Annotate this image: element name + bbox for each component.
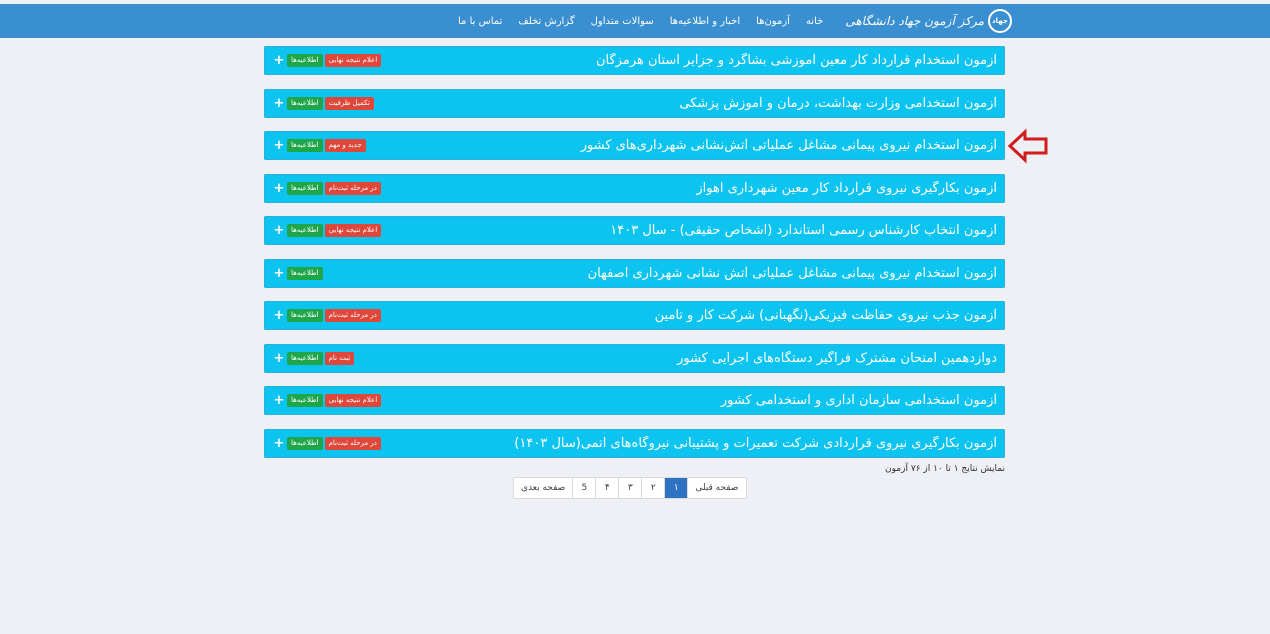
exam-row[interactable]: + اطلاعیه‌ها اعلام نتیجه نهایی آزمون استخدا… [264,46,1005,75]
status-badge: اعلام نتیجه نهایی [324,394,382,407]
announcements-badge[interactable]: اطلاعیه‌ها [287,309,323,322]
page-2-button[interactable]: ۲ [641,478,664,498]
page-1-button[interactable]: ۱ [664,478,688,498]
announcements-badge[interactable]: اطلاعیه‌ها [287,394,323,407]
nav-exams[interactable]: آزمون‌ها [748,16,798,27]
logo-emblem-icon: جهاد [988,9,1012,33]
announcements-badge[interactable]: اطلاعیه‌ها [287,436,323,450]
exam-row[interactable]: + اطلاعیه‌ها آزمون استخدام نیروی پیمانی مش… [264,258,1005,288]
exam-row[interactable]: + اطلاعیه‌ها اعلام نتیجه نهایی آزمون انتخاب… [264,216,1005,245]
exam-row-actions: + اطلاعیه‌ها [264,266,323,280]
announcements-badge[interactable]: اطلاعیه‌ها [287,139,323,152]
exam-title[interactable]: دوازدهمین امتحان مشترک فراگیر دستگاه‌های… [354,351,1005,366]
page-3-button[interactable]: ۳ [618,478,641,498]
results-summary: نمایش نتایج ۱ تا ۱۰ از ۷۶ آزمون [885,464,1005,474]
status-badge: جدید و مهم [324,139,366,152]
exam-row-actions: + اطلاعیه‌ها اعلام نتیجه نهایی [264,394,382,407]
plus-icon[interactable]: + [273,54,285,67]
status-badge: در مرحله ثبت‌نام [324,181,381,195]
announcements-badge[interactable]: اطلاعیه‌ها [287,351,323,365]
nav-contact[interactable]: تماس با ما [450,16,510,27]
exam-row[interactable]: + اطلاعیه‌ها در مرحله ثبت‌نام آزمون بکارگیر… [264,173,1005,203]
status-badge: اعلام نتیجه نهایی [324,224,382,237]
exam-title[interactable]: آزمون بکارگیری نیروی قراردادی شرکت تعمیر… [381,436,1005,451]
exam-row-actions: + اطلاعیه‌ها در مرحله ثبت‌نام [264,309,381,322]
announcements-badge[interactable]: اطلاعیه‌ها [287,224,323,237]
pagination: صفحه قبلی ۱ ۲ ۳ ۴ 5 صفحه بعدی [513,477,747,499]
status-badge: اعلام نتیجه نهایی [324,54,382,67]
main-nav: خانه آزمون‌ها اخبار و اطلاعیه‌ها سوالات … [450,16,831,27]
exam-title[interactable]: آزمون انتخاب کارشناس رسمی استاندارد (اشخ… [381,223,1005,238]
next-page-button[interactable]: صفحه بعدی [514,478,572,498]
status-badge: در مرحله ثبت‌نام [324,436,381,450]
exam-title[interactable]: آزمون استخدامی وزارت بهداشت، درمان و آمو… [374,96,1005,111]
page-5-button[interactable]: 5 [572,478,595,498]
exam-row[interactable]: + اطلاعیه‌ها تکمیل ظرفیت آزمون استخدامی وزا… [264,88,1005,118]
plus-icon[interactable]: + [273,267,285,280]
exam-list: + اطلاعیه‌ها اعلام نتیجه نهایی آزمون استخدا… [264,46,1005,471]
plus-icon[interactable]: + [273,224,285,237]
exam-title[interactable]: آزمون استخدام قرارداد کار معین آموزشی بش… [381,53,1005,68]
logo-text: مرکز آزمون جهاد دانشگاهی [845,14,984,28]
exam-row[interactable]: + اطلاعیه‌ها ثبت نام دوازدهمین امتحان مشترک… [264,343,1005,373]
exam-row-actions: + اطلاعیه‌ها در مرحله ثبت‌نام [264,436,381,450]
exam-title[interactable]: آزمون جذب نیروی حفاظت فیزیکی(نگهبانی) شر… [381,308,1005,323]
prev-page-button[interactable]: صفحه قبلی [687,478,745,498]
announcements-badge[interactable]: اطلاعیه‌ها [287,96,323,110]
exam-row-actions: + اطلاعیه‌ها اعلام نتیجه نهایی [264,224,382,237]
nav-home[interactable]: خانه [798,16,831,27]
exam-row[interactable]: + اطلاعیه‌ها در مرحله ثبت‌نام آزمون بکارگیر… [264,428,1005,458]
status-badge: در مرحله ثبت‌نام [324,309,381,322]
exam-row-actions: + اطلاعیه‌ها تکمیل ظرفیت [264,96,374,110]
page-4-button[interactable]: ۴ [595,478,618,498]
exam-title[interactable]: آزمون استخدام نیروی پیمانی مشاغل عملیاتی… [323,266,1005,281]
nav-report[interactable]: گزارش تخلف [510,16,582,27]
plus-icon[interactable]: + [273,182,285,195]
announcements-badge[interactable]: اطلاعیه‌ها [287,266,323,280]
annotation-arrow-icon [1007,128,1048,164]
exam-row-actions: + اطلاعیه‌ها اعلام نتیجه نهایی [264,54,382,67]
nav-faq[interactable]: سوالات متداول [583,16,662,27]
exam-title[interactable]: آزمون استخدامی سازمان اداری و استخدامی ک… [381,393,1005,408]
exam-row[interactable]: + اطلاعیه‌ها جدید و مهم آزمون استخدام نیروی… [264,131,1005,160]
exam-row-actions: + اطلاعیه‌ها ثبت نام [264,351,355,365]
status-badge: ثبت نام [324,351,355,365]
exam-row[interactable]: + اطلاعیه‌ها اعلام نتیجه نهایی آزمون استخدا… [264,386,1005,415]
site-logo[interactable]: جهاد مرکز آزمون جهاد دانشگاهی [845,9,1012,33]
plus-icon[interactable]: + [273,352,285,365]
plus-icon[interactable]: + [273,394,285,407]
exam-row-actions: + اطلاعیه‌ها در مرحله ثبت‌نام [264,181,381,195]
plus-icon[interactable]: + [273,437,285,450]
exam-title[interactable]: آزمون بکارگیری نیروی قرارداد کار معین شه… [381,181,1005,196]
nav-news[interactable]: اخبار و اطلاعیه‌ها [662,16,748,27]
exam-title[interactable]: آزمون استخدام نیروی پیمانی مشاغل عملیاتی… [366,138,1005,153]
announcements-badge[interactable]: اطلاعیه‌ها [287,54,323,67]
exam-row[interactable]: + اطلاعیه‌ها در مرحله ثبت‌نام آزمون جذب نیر… [264,301,1005,330]
plus-icon[interactable]: + [273,309,285,322]
plus-icon[interactable]: + [273,97,285,110]
plus-icon[interactable]: + [273,139,285,152]
top-navbar: جهاد مرکز آزمون جهاد دانشگاهی خانه آزمون… [0,4,1270,38]
status-badge: تکمیل ظرفیت [324,96,374,110]
exam-row-actions: + اطلاعیه‌ها جدید و مهم [264,139,366,152]
announcements-badge[interactable]: اطلاعیه‌ها [287,181,323,195]
